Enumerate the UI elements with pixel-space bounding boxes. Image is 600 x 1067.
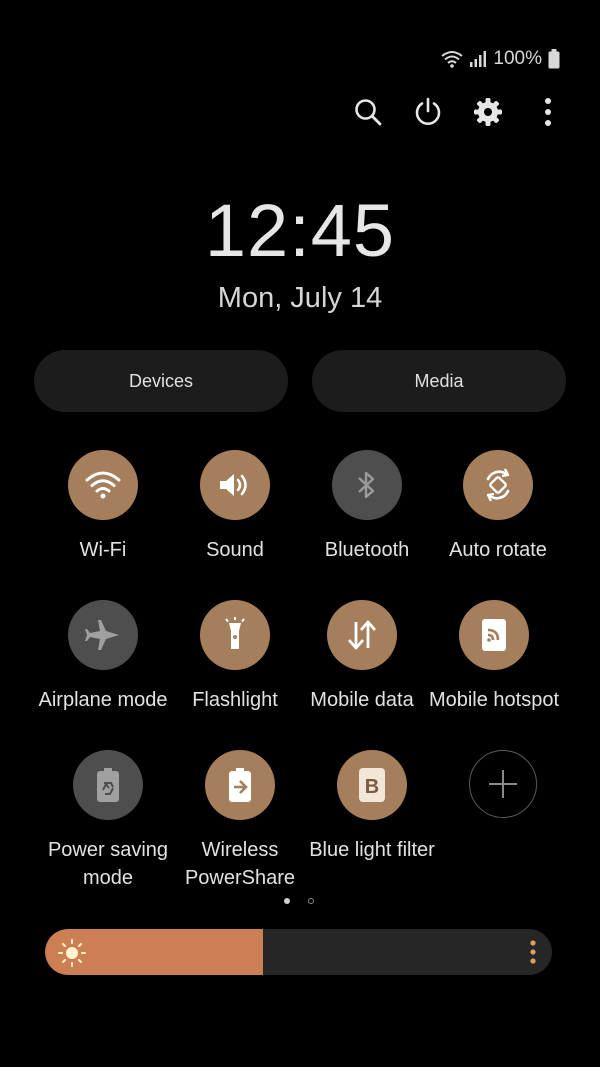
media-button[interactable]: Media xyxy=(312,350,566,412)
search-icon xyxy=(355,99,382,126)
battery-icon xyxy=(548,49,560,69)
tile-blue-light-filter[interactable]: B Blue light filter xyxy=(302,750,442,864)
settings-button[interactable] xyxy=(472,96,504,128)
tile-label: Mobile data xyxy=(310,689,414,711)
status-bar: 100% xyxy=(441,48,560,70)
battery-share-icon xyxy=(229,768,251,802)
power-icon xyxy=(415,97,441,125)
tile-power-saving-mode[interactable]: Power saving mode xyxy=(38,750,178,892)
tile-power-saving-mode-toggle[interactable] xyxy=(73,750,143,820)
battery-recycle-icon xyxy=(97,768,119,802)
tile-blue-light-filter-toggle[interactable]: B xyxy=(337,750,407,820)
tile-flashlight[interactable]: Flashlight xyxy=(165,600,305,714)
wifi-status-icon xyxy=(441,51,464,68)
flashlight-icon xyxy=(225,617,245,649)
tile-label: Wi-Fi xyxy=(79,539,127,561)
tile-label: Flashlight xyxy=(192,689,278,711)
tile-auto-rotate-toggle[interactable] xyxy=(463,450,533,520)
tile-label: Power saving mode xyxy=(47,839,169,889)
brightness-slider[interactable] xyxy=(45,929,552,975)
tile-label: Wireless PowerShare xyxy=(184,839,296,889)
plus-icon xyxy=(489,770,517,798)
rotate-icon xyxy=(486,468,510,502)
tile-airplane-mode-toggle[interactable] xyxy=(68,600,138,670)
gear-icon xyxy=(474,98,502,126)
more-options-button[interactable] xyxy=(532,96,564,128)
tile-airplane-mode[interactable]: Airplane mode xyxy=(33,600,173,714)
quick-panel-actions xyxy=(352,96,564,128)
brightness-more-icon[interactable] xyxy=(526,939,540,965)
tile-bluetooth-toggle[interactable] xyxy=(332,450,402,520)
tile-mobile-hotspot[interactable]: Mobile hotspot xyxy=(424,600,564,714)
tile-label: Mobile hotspot xyxy=(428,689,560,711)
tile-label: Bluetooth xyxy=(324,539,410,561)
tile-auto-rotate[interactable]: Auto rotate xyxy=(428,450,568,564)
bluetooth-icon xyxy=(358,471,375,499)
tile-wifi[interactable]: Wi-Fi xyxy=(33,450,173,564)
blue-light-icon: B xyxy=(359,768,385,802)
tile-flashlight-toggle[interactable] xyxy=(200,600,270,670)
svg-text:B: B xyxy=(365,776,379,798)
wifi-icon xyxy=(85,471,121,499)
tile-add[interactable] xyxy=(433,750,573,818)
signal-icon xyxy=(470,51,487,67)
tile-wireless-powershare[interactable]: Wireless PowerShare xyxy=(170,750,310,892)
power-button[interactable] xyxy=(412,96,444,128)
search-button[interactable] xyxy=(352,96,384,128)
tile-wireless-powershare-toggle[interactable] xyxy=(205,750,275,820)
clock-time: 12:45 xyxy=(204,189,396,272)
clock-date: Mon, July 14 xyxy=(217,282,383,314)
speaker-icon xyxy=(220,474,247,496)
battery-percent: 100% xyxy=(493,48,542,69)
tile-label: Auto rotate xyxy=(449,539,547,561)
tile-label: Sound xyxy=(206,539,264,561)
tile-mobile-data-toggle[interactable] xyxy=(327,600,397,670)
tile-sound-toggle[interactable] xyxy=(200,450,270,520)
page-indicator xyxy=(284,898,314,904)
tile-wifi-toggle[interactable] xyxy=(68,450,138,520)
tile-bluetooth[interactable]: Bluetooth xyxy=(297,450,437,564)
tile-mobile-data[interactable]: Mobile data xyxy=(292,600,432,714)
tile-label: Airplane mode xyxy=(38,689,168,711)
page-dot-active xyxy=(284,898,290,904)
airplane-icon xyxy=(85,620,119,650)
sun-icon xyxy=(58,939,86,967)
data-arrows-icon xyxy=(347,620,377,650)
add-tile-button[interactable] xyxy=(469,750,537,818)
devices-button[interactable]: Devices xyxy=(34,350,288,412)
page-dot-inactive xyxy=(308,898,314,904)
hotspot-icon xyxy=(482,619,506,651)
tile-label: Blue light filter xyxy=(309,839,435,861)
tile-mobile-hotspot-toggle[interactable] xyxy=(459,600,529,670)
more-vertical-icon xyxy=(545,98,551,126)
tile-sound[interactable]: Sound xyxy=(165,450,305,564)
